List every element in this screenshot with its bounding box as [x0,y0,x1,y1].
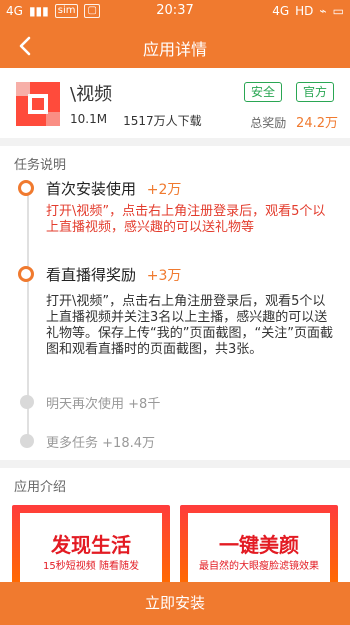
intro-screenshot[interactable]: 一键美颜 最自然的大眼瘦脸滤镜效果 [180,505,338,585]
divider [0,460,350,468]
screenshot-heading: 发现生活 [51,533,131,557]
intro-screenshots: 发现生活 15秒短视频 随看随发 一键美颜 最自然的大眼瘦脸滤镜效果 [12,505,338,585]
total-reward: 总奖励 24.2万 [250,112,338,131]
app-meta: 10.1M 1517万人下载 [70,112,202,129]
intro-screenshot[interactable]: 发现生活 15秒短视频 随看随发 [12,505,170,585]
locked-task-text: 明天再次使用 +8千 [46,393,160,412]
task-title: 首次安装使用 +2万 [46,178,181,199]
network-label-right: 4G [272,4,290,18]
task-amount: +3万 [146,268,182,284]
screenshot-subtitle: 最自然的大眼瘦脸滤镜效果 [199,561,319,572]
intro-section-title: 应用介绍 [14,480,67,495]
locked-task-amount: +8千 [128,397,161,412]
app-size: 10.1M [70,112,108,126]
locked-task-label: 更多任务 [46,436,99,451]
badge-safe: 安全 [244,82,283,102]
task-description: 打开\视频”，点击右上角注册登录后，观看5个以上直播视频，感兴趣的可以送礼物等 [46,204,326,235]
app-downloads: 1517万人下载 [123,114,202,128]
screenshot-frame: 发现生活 15秒短视频 随看随发 [20,513,162,585]
task-title: 看直播得奖励 +3万 [46,264,181,285]
app-logo-icon [12,78,64,130]
lock-icon [20,434,34,448]
app-icon [12,78,64,130]
status-bar: 4G ▮▮▮ sim ▢ 20:37 4G HD ⌁ ▭ [0,0,350,24]
tasks-section-title: 任务说明 [14,158,67,173]
total-reward-label: 总奖励 [250,116,287,130]
locked-task-label: 明天再次使用 [46,397,125,412]
app-header: 应用详情 [0,24,350,68]
status-right: 4G HD ⌁ ▭ [272,4,344,18]
app-card: \视频 10.1M 1517万人下载 安全 官方 总奖励 24.2万 [0,68,350,138]
page-title: 应用详情 [142,40,207,59]
badge-official: 官方 [296,82,335,102]
wifi-icon: ⌁ [319,4,327,18]
divider [0,138,350,146]
install-button[interactable]: 立即安装 [0,582,350,625]
task-title-text: 看直播得奖励 [46,266,137,284]
total-reward-amount: 24.2万 [296,116,338,131]
task-dot-icon [18,180,34,196]
locked-task-amount: +18.4万 [102,436,155,451]
screenshot-frame: 一键美颜 最自然的大眼瘦脸滤镜效果 [188,513,330,585]
lock-icon [20,395,34,409]
app-name: \视频 [70,84,113,105]
locked-task-text: 更多任务 +18.4万 [46,432,155,451]
task-description: 打开\视频”，点击右上角注册登录后，观看5个以上直播视频并关注3名以上主播，感兴… [46,294,333,357]
screenshot-subtitle: 15秒短视频 随看随发 [43,561,139,572]
task-dot-icon [18,266,34,282]
hd-label: HD [295,4,314,18]
screenshot-heading: 一键美颜 [219,533,299,557]
task-amount: +2万 [146,182,182,198]
task-title-text: 首次安装使用 [46,180,137,198]
battery-icon: ▭ [332,4,344,18]
